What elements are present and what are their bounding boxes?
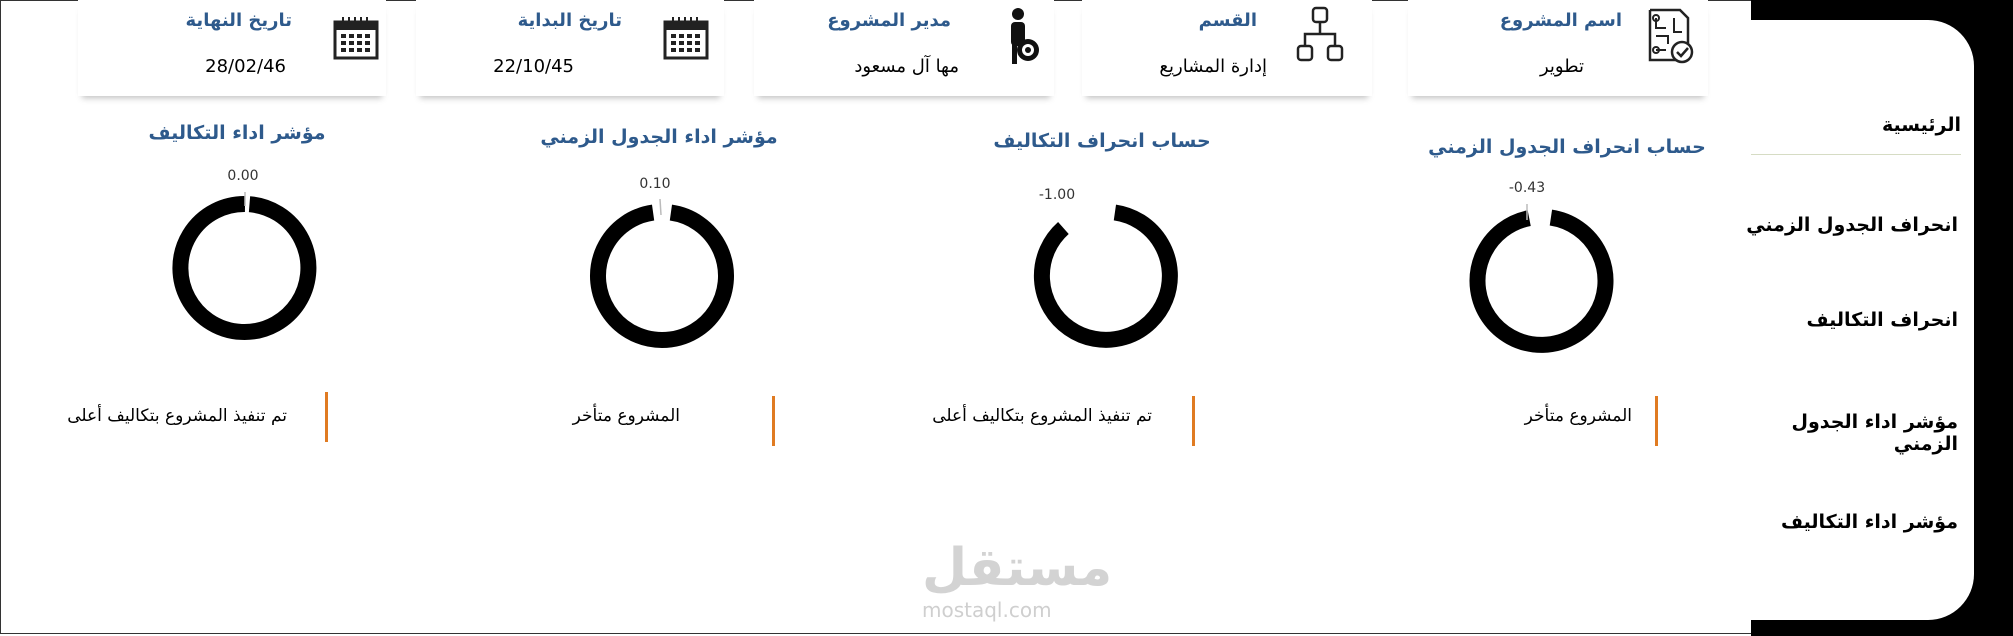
kpi-schedule-variance-title: حساب انحراف الجدول الزمني xyxy=(1428,136,1706,158)
nav-item-cost-variance[interactable]: انحراف التكاليف xyxy=(1728,309,1958,331)
manager-card: مدير المشروع مها آل مسعود xyxy=(754,0,1054,96)
kpi-cpi-gauge xyxy=(172,192,317,340)
start-date-value: 22/10/45 xyxy=(493,56,574,77)
kpi-spi-value: 0.10 xyxy=(639,176,671,192)
kpi-schedule-variance-status-bar xyxy=(1655,396,1658,446)
kpi-spi-status: المشروع متأخر xyxy=(572,406,680,426)
hierarchy-icon xyxy=(1296,6,1344,62)
project-name-value: تطوير xyxy=(1539,56,1584,77)
nav-item-cost-performance-index[interactable]: مؤشر اداء التكاليف xyxy=(1728,511,1958,533)
kpi-schedule-variance-value: -0.43 xyxy=(1508,180,1546,196)
calendar-icon xyxy=(663,17,709,60)
end-date-card: تاريخ النهاية 28/02/46 xyxy=(78,0,386,96)
calendar-icon xyxy=(333,17,379,60)
kpi-cost-variance-gauge xyxy=(1033,204,1178,348)
project-name-card: اسم المشروع تطوير xyxy=(1408,0,1708,96)
watermark-logo-arabic: مستقل xyxy=(922,538,1113,598)
start-date-card: تاريخ البداية 22/10/45 xyxy=(416,0,724,96)
department-label: القسم xyxy=(1198,10,1257,31)
kpi-schedule-variance-gauge xyxy=(1469,204,1614,353)
kpi-spi-gauge xyxy=(590,198,734,348)
project-name-label: اسم المشروع xyxy=(1499,10,1622,31)
kpi-spi-status-bar xyxy=(772,396,775,446)
nav-item-home[interactable]: الرئيسية xyxy=(1751,114,1961,155)
end-date-value: 28/02/46 xyxy=(205,56,286,77)
kpi-cpi-status-bar xyxy=(325,392,328,442)
circuit-board-check-icon xyxy=(1648,8,1694,64)
department-value: إدارة المشاريع xyxy=(1159,56,1267,77)
kpi-cost-variance-status: تم تنفيذ المشروع بتكاليف أعلى xyxy=(932,406,1152,426)
nav-item-schedule-variance[interactable]: انحراف الجدول الزمني xyxy=(1728,214,1958,236)
kpi-cost-variance-status-bar xyxy=(1192,396,1195,446)
kpi-spi-title: مؤشر اداء الجدول الزمني xyxy=(540,126,778,148)
start-date-label: تاريخ البداية xyxy=(517,10,622,31)
department-card: القسم إدارة المشاريع xyxy=(1082,0,1372,96)
kpi-cost-variance-title: حساب انحراف التكاليف xyxy=(993,130,1211,152)
kpi-cpi-title: مؤشر اداء التكاليف xyxy=(148,122,326,144)
end-date-label: تاريخ النهاية xyxy=(185,10,292,31)
manager-label: مدير المشروع xyxy=(827,10,951,31)
kpi-cpi-value: 0.00 xyxy=(227,168,259,184)
manager-value: مها آل مسعود xyxy=(854,56,959,77)
person-gear-icon xyxy=(1011,8,1039,64)
nav-item-schedule-performance-index[interactable]: مؤشر اداء الجدول الزمني xyxy=(1728,411,1958,455)
watermark-logo-latin: mostaql.com xyxy=(922,598,1052,622)
kpi-cpi-status: تم تنفيذ المشروع بتكاليف أعلى xyxy=(67,406,287,426)
kpi-schedule-variance-status: المشروع متأخر xyxy=(1524,406,1632,426)
